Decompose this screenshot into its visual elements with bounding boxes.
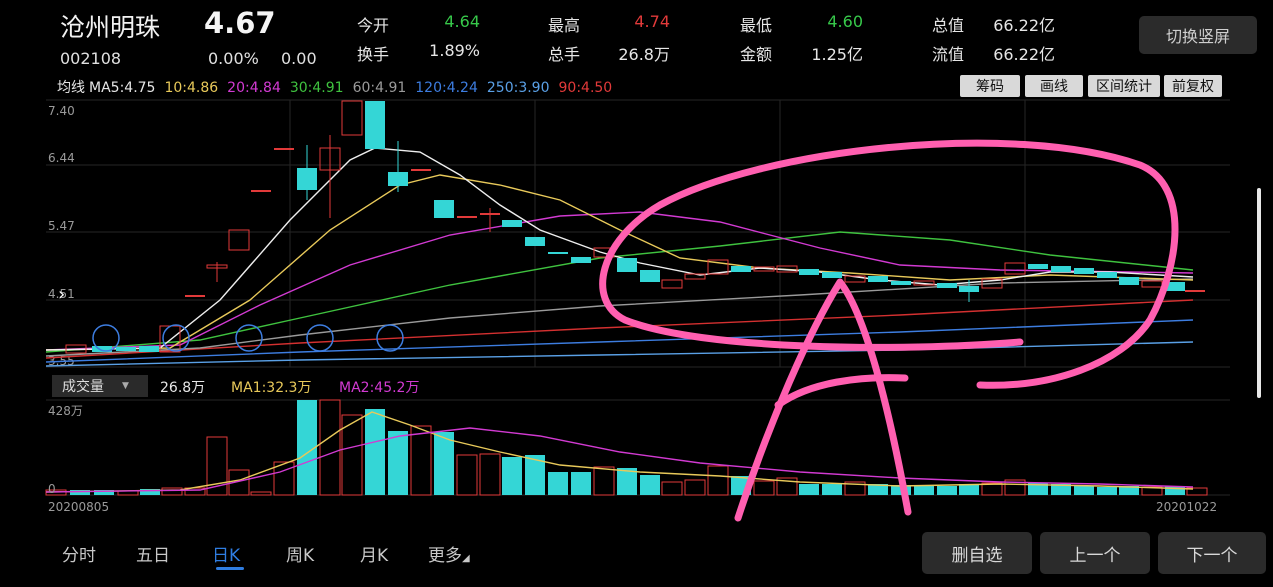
date-end: 20201022 xyxy=(1156,500,1218,514)
tab-more[interactable]: 更多◢ xyxy=(428,541,470,566)
active-tab-indicator xyxy=(216,567,244,570)
corner-arrow-icon: ◢ xyxy=(462,553,470,564)
volume-ma2: MA2:45.2万 xyxy=(339,380,420,396)
candlestick-chart[interactable]: › xyxy=(0,0,1273,587)
volume-indicator-select[interactable]: 成交量 ▼ xyxy=(52,375,148,397)
remove-watchlist-button[interactable]: 删自选 xyxy=(922,532,1032,574)
tab-daily-k[interactable]: 日K xyxy=(212,541,240,566)
chart-grid xyxy=(46,99,1230,496)
tab-weekly-k[interactable]: 周K xyxy=(286,541,314,566)
next-stock-button[interactable]: 下一个 xyxy=(1158,532,1266,574)
chevron-left-icon: › xyxy=(58,284,65,305)
volume-axis-zero: 0 xyxy=(48,482,56,496)
ma20-line xyxy=(45,211,1194,351)
volume-axis-top: 428万 xyxy=(48,404,83,418)
date-start: 20200805 xyxy=(48,500,110,514)
ma30-line xyxy=(45,231,1194,353)
ma90-line xyxy=(45,299,1194,359)
volume-bars xyxy=(45,399,1208,496)
scrollbar[interactable] xyxy=(1257,188,1261,398)
volume-ma1: MA1:32.3万 xyxy=(231,380,312,396)
tab-intraday[interactable]: 分时 xyxy=(62,541,96,566)
previous-stock-button[interactable]: 上一个 xyxy=(1040,532,1150,574)
chevron-down-icon: ▼ xyxy=(122,381,129,391)
tab-monthly-k[interactable]: 月K xyxy=(360,541,388,566)
annotation-ellipse xyxy=(599,139,1179,389)
tab-more-label: 更多 xyxy=(428,546,462,566)
volume-current: 26.8万 xyxy=(160,380,206,396)
tab-five-day[interactable]: 五日 xyxy=(136,541,170,566)
volume-indicator-label: 成交量 xyxy=(62,379,104,395)
